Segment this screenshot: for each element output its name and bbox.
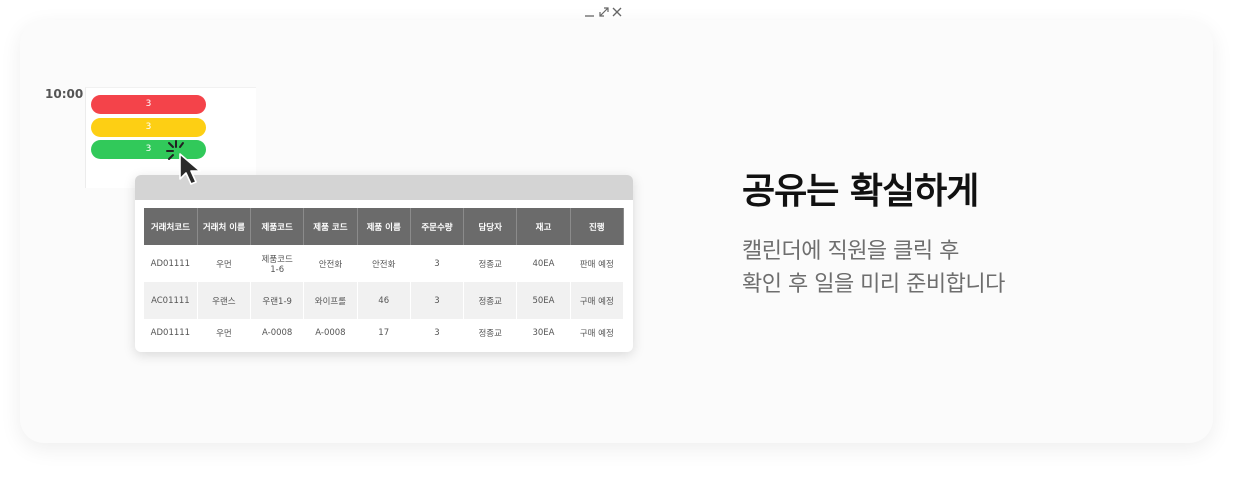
table-cell: 40EA bbox=[516, 245, 571, 282]
table-header-row: 거래처코드 거래처 이름 제품코드 제품 코드 제품 이름 주문수량 담당자 재… bbox=[144, 208, 625, 245]
calendar-event-red[interactable]: 3 bbox=[91, 95, 206, 114]
column-header[interactable]: 거래처 이름 bbox=[197, 208, 252, 245]
mouse-cursor-icon bbox=[166, 140, 201, 185]
table-row[interactable]: AD01111 우먼 제품코드 1-6 안전화 안전화 3 정종교 40EA 판… bbox=[144, 245, 625, 282]
table-cell: 50EA bbox=[516, 282, 571, 319]
column-header[interactable]: 제품 이름 bbox=[357, 208, 411, 245]
order-table: 거래처코드 거래처 이름 제품코드 제품 코드 제품 이름 주문수량 담당자 재… bbox=[144, 208, 625, 347]
table-cell: A-0008 bbox=[303, 319, 358, 347]
column-header[interactable]: 제품 코드 bbox=[303, 208, 358, 245]
table-cell: 구매 예정 bbox=[570, 282, 625, 319]
table-cell: AC01111 bbox=[144, 282, 198, 319]
table-cell: 3 bbox=[410, 245, 465, 282]
table-cell: 우랜스 bbox=[197, 282, 252, 319]
calendar-event-yellow[interactable]: 3 bbox=[91, 118, 206, 137]
table-cell: 3 bbox=[410, 282, 465, 319]
table-cell: 안전화 bbox=[357, 245, 411, 282]
calendar-time-label: 10:00 bbox=[45, 87, 84, 101]
column-header[interactable]: 제품코드 bbox=[250, 208, 305, 245]
headline: 공유는 확실하게 bbox=[742, 171, 979, 212]
table-cell: 제품코드 1-6 bbox=[250, 245, 305, 282]
table-cell: 정종교 bbox=[463, 245, 518, 282]
table-cell: AD01111 bbox=[144, 319, 198, 347]
table-cell: 와이프롤 bbox=[303, 282, 358, 319]
description-line-1: 캘린더에 직원을 클릭 후 bbox=[742, 239, 959, 264]
close-icon[interactable] bbox=[610, 5, 624, 19]
table-cell: 우먼 bbox=[197, 319, 252, 347]
table-cell: 17 bbox=[357, 319, 411, 347]
table-cell: AD01111 bbox=[144, 245, 198, 282]
minimize-icon[interactable] bbox=[583, 5, 597, 19]
table-cell: 정종교 bbox=[463, 282, 518, 319]
table-cell: 3 bbox=[410, 319, 465, 347]
column-header[interactable]: 담당자 bbox=[463, 208, 518, 245]
table-row[interactable]: AC01111 우랜스 우랜1-9 와이프롤 46 3 정종교 50EA 구매 … bbox=[144, 282, 625, 319]
table-cell: 정종교 bbox=[463, 319, 518, 347]
table-cell: 판매 예정 bbox=[570, 245, 625, 282]
table-cell: 우랜1-9 bbox=[250, 282, 305, 319]
table-cell: A-0008 bbox=[250, 319, 305, 347]
column-header[interactable]: 진행 bbox=[570, 208, 625, 245]
table-cell: 30EA bbox=[516, 319, 571, 347]
table-row[interactable]: AD01111 우먼 A-0008 A-0008 17 3 정종교 30EA 구… bbox=[144, 319, 625, 347]
table-cell: 46 bbox=[357, 282, 411, 319]
column-header[interactable]: 재고 bbox=[516, 208, 571, 245]
column-header[interactable]: 거래처코드 bbox=[144, 208, 198, 245]
maximize-icon[interactable] bbox=[597, 5, 611, 19]
description-line-2: 확인 후 일을 미리 준비합니다 bbox=[742, 272, 1005, 297]
table-cell: 우먼 bbox=[197, 245, 252, 282]
column-header[interactable]: 주문수량 bbox=[410, 208, 465, 245]
table-cell: 구매 예정 bbox=[570, 319, 625, 347]
table-cell: 안전화 bbox=[303, 245, 358, 282]
